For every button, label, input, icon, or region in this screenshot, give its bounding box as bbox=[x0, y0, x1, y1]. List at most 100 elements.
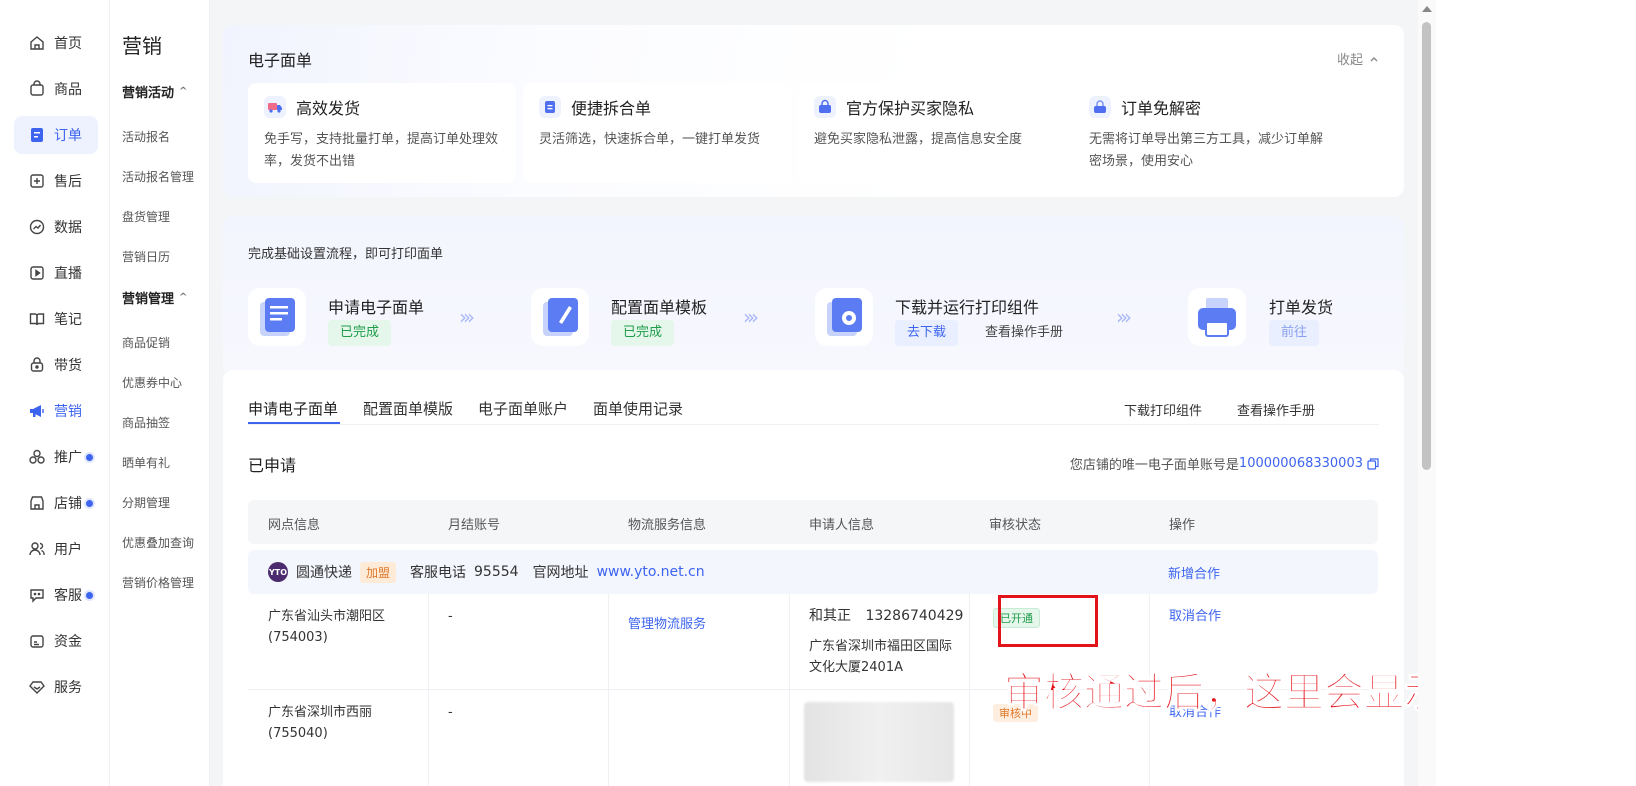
lock-bag-icon bbox=[30, 357, 44, 372]
tab-account[interactable]: 电子面单账户 bbox=[478, 398, 568, 419]
diamond-icon bbox=[29, 681, 45, 694]
tab-apply-sheet[interactable]: 申请电子面单 bbox=[248, 398, 338, 419]
nav-item-funds[interactable]: 资金 bbox=[14, 622, 98, 660]
template-config-icon bbox=[531, 288, 589, 346]
chevron-up-icon: ^ bbox=[179, 86, 188, 97]
print-component-icon bbox=[815, 288, 873, 346]
nav-item-store[interactable]: 店铺 bbox=[14, 484, 98, 522]
step-apply-status: 已完成 bbox=[328, 320, 392, 346]
live-icon bbox=[30, 266, 44, 280]
store-notification-dot bbox=[86, 499, 93, 507]
tab-usage-record[interactable]: 面单使用记录 bbox=[593, 398, 683, 419]
view-manual-link[interactable]: 查看操作手册 bbox=[1237, 400, 1315, 419]
nav-item-data[interactable]: 数据 bbox=[14, 208, 98, 246]
nav2-link-price-manage[interactable]: 营销价格管理 bbox=[122, 574, 194, 591]
nav2-link-installment[interactable]: 分期管理 bbox=[122, 494, 170, 511]
carrier-website-link[interactable]: www.yto.net.cn bbox=[597, 564, 705, 580]
order-icon bbox=[31, 128, 43, 142]
step-arrow-icon: ››› bbox=[1116, 305, 1132, 329]
scroll-thumb[interactable] bbox=[1422, 22, 1431, 470]
features-title: 电子面单 bbox=[248, 51, 313, 70]
nav-item-marketing[interactable]: 营销 bbox=[14, 392, 98, 430]
nav-item-products[interactable]: 商品 bbox=[14, 70, 98, 108]
nav2-link-calendar[interactable]: 营销日历 bbox=[122, 248, 170, 265]
truck-icon bbox=[264, 96, 286, 118]
promote-notification-dot bbox=[86, 453, 93, 461]
account-info: 您店铺的唯一电子面单账号是 100000068330003 bbox=[1070, 454, 1379, 473]
right-gutter bbox=[1436, 0, 1636, 786]
cancel-cooperation-button[interactable]: 取消合作 bbox=[1169, 606, 1221, 627]
application-card: 申请电子面单 配置面单模版 电子面单账户 面单使用记录 下载打印组件 查看操作手… bbox=[223, 370, 1404, 786]
nav-item-sales[interactable]: 带货 bbox=[14, 346, 98, 384]
feature-privacy: 官方保护买家隐私 避免买家隐私泄露，提高信息安全度 bbox=[798, 83, 1066, 183]
goto-button[interactable]: 前往 bbox=[1269, 320, 1320, 346]
vertical-scrollbar[interactable] bbox=[1418, 0, 1436, 786]
promote-icon bbox=[29, 449, 45, 464]
tab-template[interactable]: 配置面单模版 bbox=[363, 398, 453, 419]
collapse-button[interactable]: 收起 bbox=[1337, 49, 1379, 68]
nav2-link-promotion[interactable]: 商品促销 bbox=[122, 334, 170, 351]
feature-split-merge: 便捷拆合单 灵活筛选，快速拆合单，一键打单发货 bbox=[523, 83, 791, 183]
nav-item-aftersale[interactable]: 售后 bbox=[14, 162, 98, 200]
section-title: 已申请 bbox=[248, 456, 297, 475]
scroll-up-arrow-icon[interactable] bbox=[1422, 6, 1432, 12]
megaphone-icon bbox=[30, 405, 44, 417]
carrier-name: 圆通快递 bbox=[296, 565, 352, 581]
process-intro: 完成基础设置流程，即可打印面单 bbox=[248, 247, 444, 262]
setup-process-card: 完成基础设置流程，即可打印面单 申请电子面单 已完成 ››› 配置面单模板 已完… bbox=[223, 216, 1404, 376]
manage-logistics-link[interactable]: 管理物流服务 bbox=[628, 614, 706, 635]
home-icon bbox=[30, 36, 44, 50]
monthly-account: - bbox=[448, 705, 453, 720]
feature-fast-shipping: 高效发货 免手写，支持批量打单，提高订单处理效率，发货不出错 bbox=[248, 83, 516, 183]
step-ship-name: 打单发货 bbox=[1269, 298, 1334, 317]
nav2-link-discount-query[interactable]: 优惠叠加查询 bbox=[122, 534, 194, 551]
book-icon bbox=[29, 313, 45, 326]
nav2-link-activity-manage[interactable]: 活动报名管理 bbox=[122, 168, 194, 185]
download-print-component-link[interactable]: 下载打印组件 bbox=[1124, 400, 1202, 419]
step-template-name: 配置面单模板 bbox=[611, 298, 708, 317]
primary-nav: 首页 商品 订单 售后 数据 直播 笔记 带货 营销 推广 店铺 用户 客服 资… bbox=[0, 0, 110, 786]
nav-item-users[interactable]: 用户 bbox=[14, 530, 98, 568]
table-header: 网点信息 月结账号 物流服务信息 申请人信息 审核状态 操作 bbox=[248, 500, 1378, 544]
printer-icon bbox=[1188, 288, 1246, 346]
yto-logo: YTO bbox=[268, 562, 288, 582]
nav2-link-review-gift[interactable]: 晒单有礼 bbox=[122, 454, 170, 471]
nav2-link-coupons[interactable]: 优惠券中心 bbox=[122, 374, 182, 391]
aftersale-icon bbox=[30, 174, 44, 188]
nav2-link-lottery[interactable]: 商品抽签 bbox=[122, 414, 170, 431]
features-card: 电子面单 收起 高效发货 免手写，支持批量打单，提高订单处理效率，发货不出错 便… bbox=[223, 25, 1404, 197]
branch-info: 广东省汕头市潮阳区 (754003) bbox=[268, 609, 386, 645]
nav-item-services[interactable]: 服务 bbox=[14, 668, 98, 706]
secondary-nav-title: 营销 bbox=[122, 34, 162, 58]
step-arrow-icon: ››› bbox=[743, 305, 759, 329]
chevron-up-icon bbox=[1370, 56, 1378, 61]
copy-icon[interactable] bbox=[1367, 457, 1379, 470]
lock-icon bbox=[1089, 96, 1111, 118]
store-icon bbox=[30, 496, 44, 510]
carrier-phone: 95554 bbox=[474, 564, 519, 580]
download-button[interactable]: 去下载 bbox=[895, 320, 959, 346]
step-apply-name: 申请电子面单 bbox=[328, 298, 425, 317]
step-template-status: 已完成 bbox=[611, 320, 675, 346]
blurred-applicant-info bbox=[804, 702, 954, 782]
nav-item-notes[interactable]: 笔记 bbox=[14, 300, 98, 338]
nav-item-live[interactable]: 直播 bbox=[14, 254, 98, 292]
nav2-link-activity-signup[interactable]: 活动报名 bbox=[122, 128, 170, 145]
users-icon bbox=[29, 542, 45, 556]
nav-item-service-chat[interactable]: 客服 bbox=[14, 576, 98, 614]
chart-icon bbox=[29, 219, 45, 235]
feature-no-decrypt: 订单免解密 无需将订单导出第三方工具，减少订单解密场景，使用安心 bbox=[1073, 83, 1341, 183]
tab-divider bbox=[248, 424, 1379, 425]
bag-icon bbox=[30, 80, 44, 96]
nav2-group-activities[interactable]: 营销活动 ^ bbox=[122, 82, 187, 101]
applicant-address: 广东省深圳市福田区国际文化大厦2401A bbox=[809, 639, 953, 675]
view-manual-link[interactable]: 查看操作手册 bbox=[973, 320, 1075, 346]
add-cooperation-button[interactable]: 新增合作 bbox=[1168, 563, 1220, 582]
chat-icon bbox=[30, 589, 44, 603]
nav2-group-management[interactable]: 营销管理 ^ bbox=[122, 288, 187, 307]
nav-item-home[interactable]: 首页 bbox=[14, 24, 98, 62]
secondary-nav: 营销 营销活动 ^ 活动报名 活动报名管理 盘货管理 营销日历 营销管理 ^ 商品促… bbox=[110, 0, 210, 786]
nav-item-promote[interactable]: 推广 bbox=[14, 438, 98, 476]
nav2-link-inventory[interactable]: 盘货管理 bbox=[122, 208, 170, 225]
nav-item-orders[interactable]: 订单 bbox=[14, 116, 98, 154]
